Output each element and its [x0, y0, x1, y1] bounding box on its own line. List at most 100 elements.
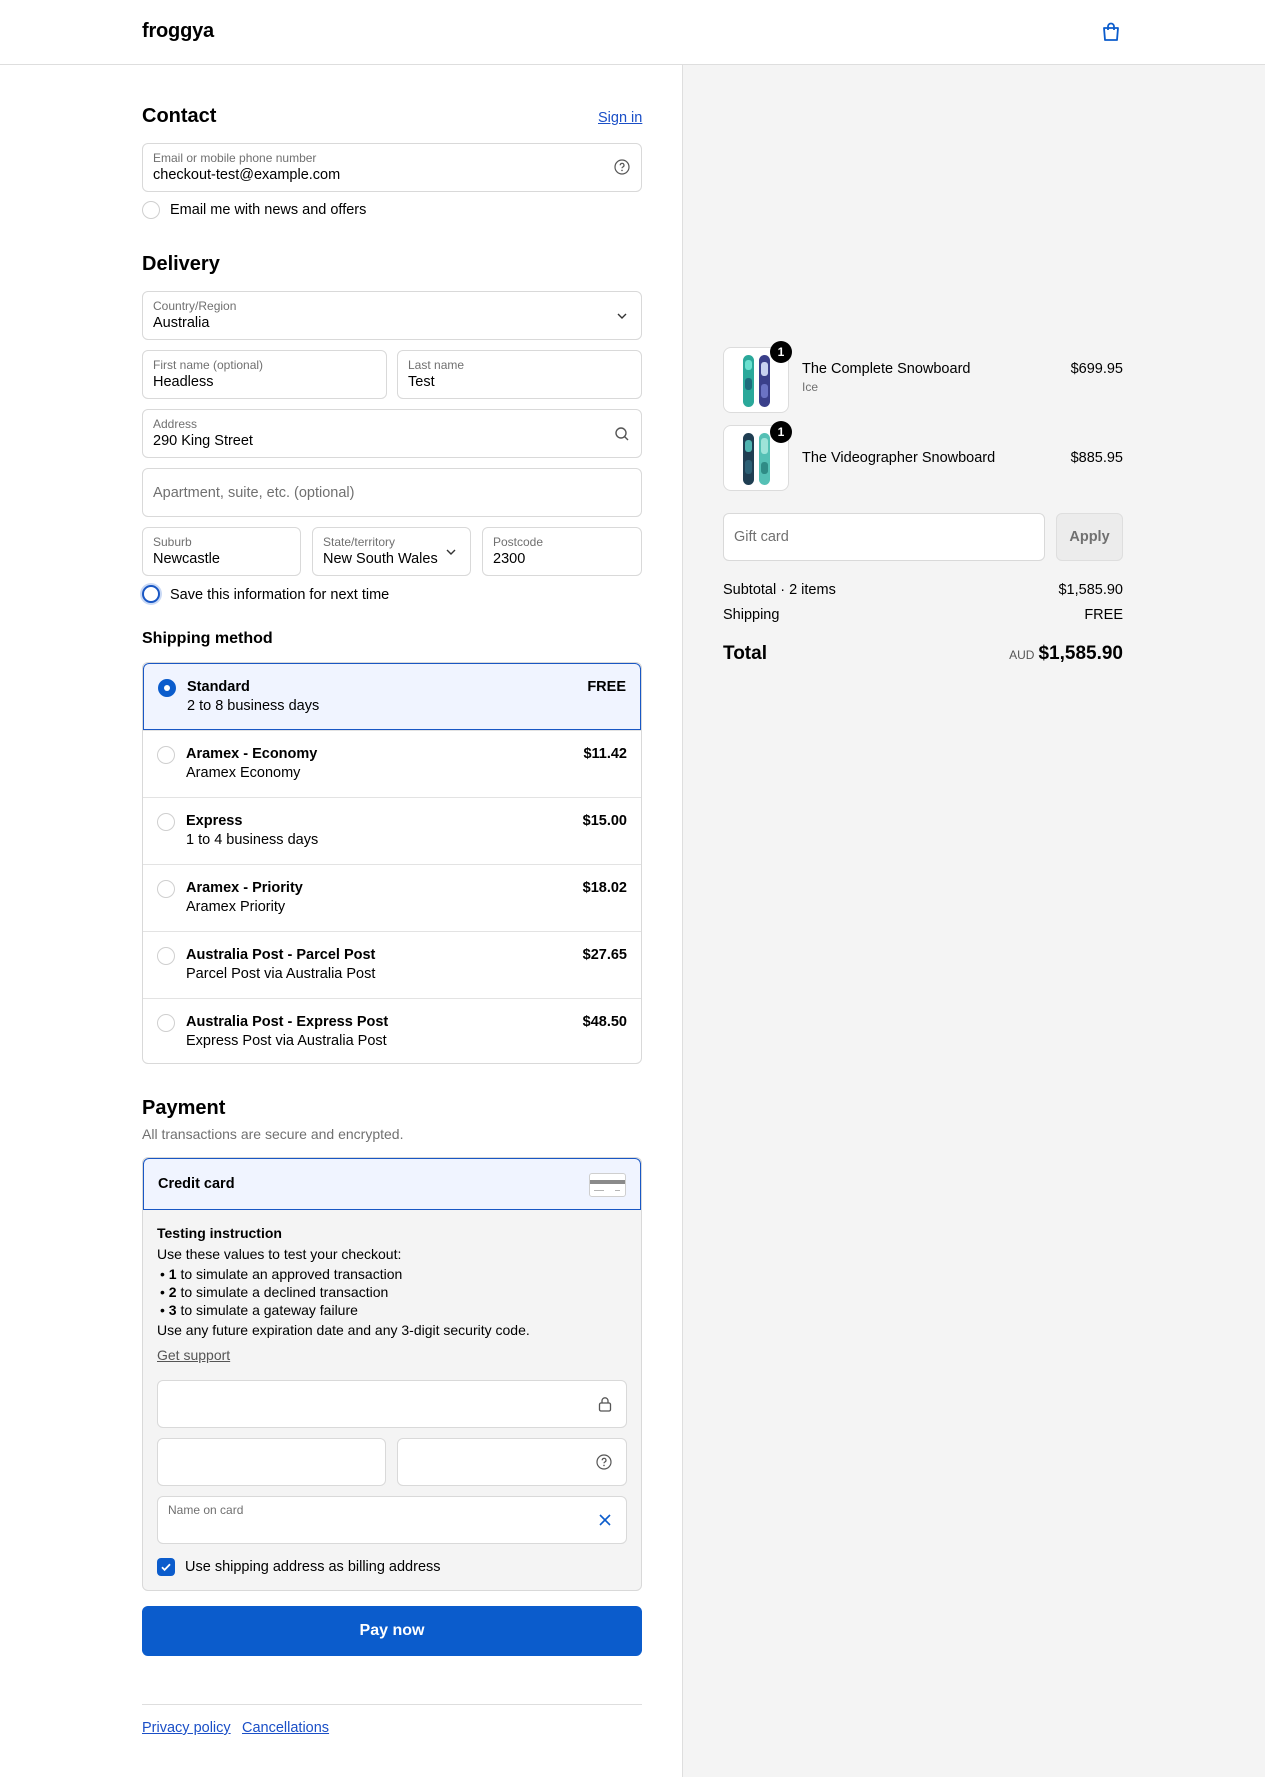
shipping-option-express-post[interactable]: Australia Post - Express Post Express Po… — [143, 998, 641, 1063]
gift-card-field[interactable]: Gift card — [723, 513, 1045, 561]
order-summary-panel — [682, 65, 1265, 1777]
subtotal-value: $1,585.90 — [1058, 582, 1123, 598]
shipping-option-name: Aramex - Economy — [186, 746, 318, 762]
shipping-options: Standard 2 to 8 business days FREE Arame… — [142, 662, 642, 1064]
last-name-field[interactable]: Last name Test — [397, 350, 642, 399]
instruction-item: • 3 to simulate a gateway failure — [160, 1302, 358, 1318]
question-circle-icon[interactable] — [614, 159, 630, 175]
total-amount: AUD $1,585.90 — [1009, 643, 1123, 665]
suburb-label: Suburb — [153, 535, 192, 549]
security-code-field[interactable] — [397, 1438, 627, 1486]
apartment-field[interactable]: Apartment, suite, etc. (optional) — [142, 468, 642, 517]
news-checkbox-label: Email me with news and offers — [170, 202, 367, 218]
footer-divider — [142, 1704, 642, 1705]
shipping-option-aramex-economy[interactable]: Aramex - Economy Aramex Economy $11.42 — [143, 730, 641, 797]
address-label: Address — [153, 417, 198, 431]
instruction-title: Testing instruction — [157, 1225, 282, 1241]
credit-card-option[interactable]: Credit card — [143, 1158, 641, 1210]
shipping-option-name: Australia Post - Express Post — [186, 1014, 389, 1030]
contact-title: Contact — [142, 105, 217, 127]
question-circle-icon[interactable] — [596, 1454, 612, 1470]
shipping-option-desc: 2 to 8 business days — [187, 698, 320, 714]
name-on-card-label: Name on card — [168, 1503, 244, 1517]
search-icon[interactable] — [614, 426, 630, 442]
radio[interactable] — [157, 813, 175, 831]
billing-address-checkbox[interactable] — [157, 1558, 175, 1576]
subtotal-label: Subtotal · 2 items — [723, 582, 836, 598]
credit-card-label: Credit card — [158, 1176, 235, 1192]
country-value: Australia — [153, 315, 210, 331]
shipping-option-desc: 1 to 4 business days — [186, 832, 319, 848]
shipping-option-aramex-priority[interactable]: Aramex - Priority Aramex Priority $18.02 — [143, 864, 641, 931]
privacy-policy-link[interactable]: Privacy policy — [142, 1720, 231, 1736]
state-value: New South Wales — [323, 551, 438, 567]
radio[interactable] — [157, 1014, 175, 1032]
shipping-option-price: $18.02 — [582, 880, 627, 896]
chevron-down-icon — [446, 549, 456, 555]
shipping-label: Shipping — [723, 607, 780, 623]
shipping-option-desc: Express Post via Australia Post — [186, 1033, 387, 1049]
shipping-option-name: Standard — [187, 679, 250, 695]
get-support-link[interactable]: Get support — [157, 1347, 230, 1363]
close-icon[interactable] — [598, 1513, 612, 1527]
save-info-checkbox[interactable] — [142, 585, 160, 603]
payment-title: Payment — [142, 1097, 226, 1119]
shipping-option-express[interactable]: Express 1 to 4 business days $15.00 — [143, 797, 641, 864]
product-name: The Videographer Snowboard — [802, 450, 996, 466]
country-select[interactable]: Country/Region Australia — [142, 291, 642, 340]
shipping-option-price: $48.50 — [582, 1014, 627, 1030]
shipping-option-price: FREE — [587, 679, 626, 695]
header: froggya — [0, 0, 1265, 65]
card-number-field[interactable] — [157, 1380, 627, 1428]
currency-code: AUD — [1009, 648, 1035, 662]
address-value: 290 King Street — [153, 433, 253, 449]
radio[interactable] — [157, 947, 175, 965]
last-name-label: Last name — [408, 358, 465, 372]
quantity-badge: 1 — [770, 421, 792, 443]
radio[interactable] — [157, 880, 175, 898]
expiration-date-field[interactable] — [157, 1438, 386, 1486]
cancellations-link[interactable]: Cancellations — [242, 1720, 329, 1736]
address-field[interactable]: Address 290 King Street — [142, 409, 642, 458]
save-info-label: Save this information for next time — [170, 587, 390, 603]
first-name-value: Headless — [153, 374, 214, 390]
news-checkbox[interactable] — [142, 201, 160, 219]
postcode-field[interactable]: Postcode 2300 — [482, 527, 642, 576]
shipping-option-price: $27.65 — [582, 947, 627, 963]
apartment-placeholder: Apartment, suite, etc. (optional) — [153, 485, 355, 501]
product-name: The Complete Snowboard — [802, 361, 971, 377]
first-name-field[interactable]: First name (optional) Headless — [142, 350, 387, 399]
check-icon — [161, 1563, 171, 1572]
shipping-method-title: Shipping method — [142, 630, 273, 647]
state-select[interactable]: State/territory New South Wales — [312, 527, 471, 576]
country-label: Country/Region — [153, 299, 237, 313]
instruction-outro: Use any future expiration date and any 3… — [157, 1322, 530, 1338]
total-label: Total — [723, 643, 767, 664]
apply-button[interactable]: Apply — [1056, 513, 1123, 561]
email-value: checkout-test@example.com — [153, 167, 341, 183]
quantity-badge: 1 — [770, 341, 792, 363]
product-price: $699.95 — [1070, 361, 1123, 377]
shopping-bag-icon[interactable] — [1100, 21, 1122, 43]
payment-box: Credit card Testing instruction Use thes… — [142, 1157, 642, 1591]
shipping-option-parcel-post[interactable]: Australia Post - Parcel Post Parcel Post… — [143, 931, 641, 998]
pay-now-button[interactable]: Pay now — [142, 1606, 642, 1656]
store-logo[interactable]: froggya — [142, 20, 214, 43]
credit-card-icon — [589, 1173, 626, 1197]
shipping-option-standard[interactable]: Standard 2 to 8 business days FREE — [143, 663, 641, 730]
name-on-card-field[interactable]: Name on card — [157, 1496, 627, 1544]
email-field[interactable]: Email or mobile phone number checkout-te… — [142, 143, 642, 192]
radio-selected[interactable] — [158, 679, 176, 697]
suburb-field[interactable]: Suburb Newcastle — [142, 527, 301, 576]
delivery-title: Delivery — [142, 253, 220, 275]
chevron-down-icon — [617, 313, 627, 319]
shipping-option-desc: Aramex Priority — [186, 899, 286, 915]
suburb-value: Newcastle — [153, 551, 220, 567]
state-label: State/territory — [323, 535, 396, 549]
sign-in-link[interactable]: Sign in — [598, 110, 642, 126]
last-name-value: Test — [408, 374, 435, 390]
radio[interactable] — [157, 746, 175, 764]
product-variant: Ice — [802, 380, 819, 394]
gift-card-placeholder: Gift card — [734, 529, 789, 545]
shipping-option-name: Australia Post - Parcel Post — [186, 947, 376, 963]
